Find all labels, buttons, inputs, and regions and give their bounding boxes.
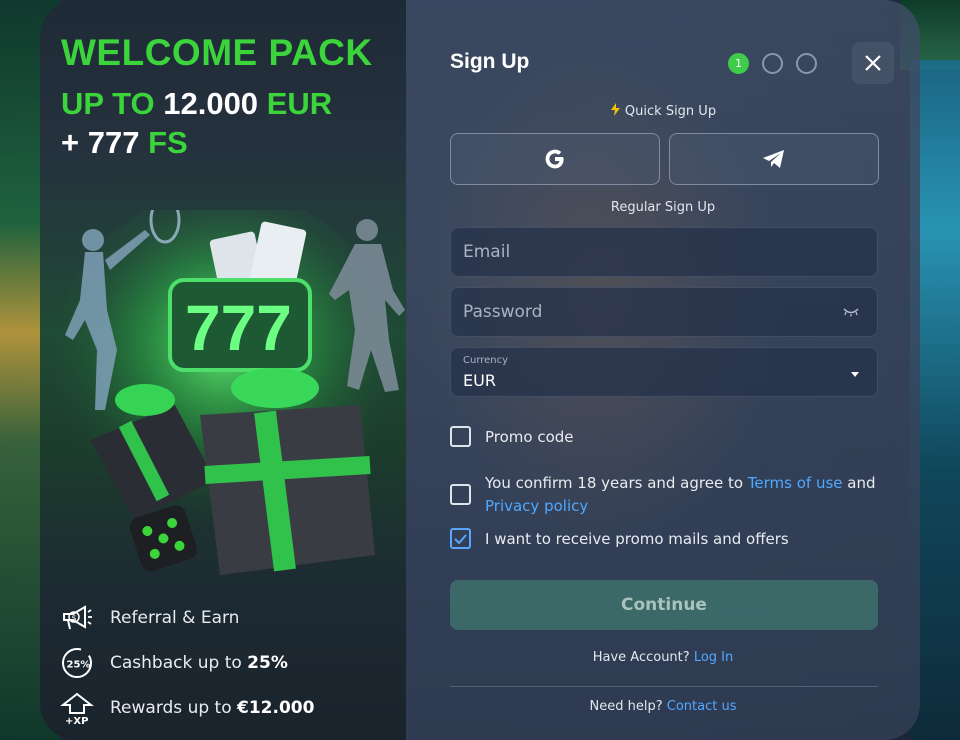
xp-rank-icon: +XP: [60, 691, 94, 725]
currency-label: Currency: [463, 355, 509, 366]
step-1: 1: [728, 53, 749, 74]
promo-plus: +: [61, 125, 80, 160]
google-signup-button[interactable]: [450, 133, 660, 185]
svg-text:+XP: +XP: [65, 716, 88, 725]
cashback-25-icon: 25%: [60, 646, 94, 680]
continue-button[interactable]: Continue: [450, 580, 878, 630]
password-field[interactable]: [451, 288, 877, 336]
promo-up-to: UP TO: [61, 86, 155, 121]
login-link[interactable]: Log In: [694, 650, 733, 665]
promo-currency: EUR: [266, 86, 333, 121]
promo-title: WELCOME PACK: [61, 32, 373, 73]
page-title: Sign Up: [450, 50, 530, 73]
close-button[interactable]: [852, 42, 894, 84]
currency-select[interactable]: Currency EUR: [450, 347, 878, 397]
need-help-text: Need help? Contact us: [589, 699, 737, 714]
megaphone-icon: $: [60, 601, 94, 635]
lightning-icon: [610, 103, 620, 116]
terms-suffix: and: [842, 474, 876, 492]
step-2: [762, 53, 783, 74]
svg-text:25%: 25%: [67, 659, 91, 670]
google-icon: [545, 149, 564, 169]
perk-referral: $ Referral & Earn: [60, 595, 314, 640]
signup-modal: WELCOME PACK UP TO 12.000 EUR + 777 FS 7…: [40, 0, 920, 740]
terms-row: You confirm 18 years and agree to Terms …: [450, 472, 876, 518]
have-account-text: Have Account? Log In: [592, 650, 734, 665]
promo-mails-label: I want to receive promo mails and offers: [485, 530, 789, 548]
perk-rewards-text: Rewards up to €12.000: [110, 697, 315, 718]
contact-us-link[interactable]: Contact us: [667, 699, 737, 714]
perk-cashback: 25% Cashback up to 25%: [60, 640, 314, 685]
promo-free-spins: + 777 FS: [61, 125, 188, 161]
email-field[interactable]: [451, 228, 877, 276]
chevron-down-icon: [851, 372, 859, 377]
svg-text:$: $: [72, 613, 77, 622]
eye-closed-icon[interactable]: [843, 307, 859, 317]
perks-list: $ Referral & Earn 25% Cashback up to 25%…: [60, 595, 314, 730]
promo-amount: 12.000: [163, 86, 259, 121]
step-indicator: 1: [728, 53, 817, 74]
promo-illustration: 777: [55, 210, 405, 575]
svg-text:777: 777: [185, 292, 292, 364]
telegram-icon: [763, 150, 784, 168]
perk-rewards: +XP Rewards up to €12.000: [60, 685, 314, 730]
telegram-signup-button[interactable]: [669, 133, 879, 185]
signup-form-panel: Sign Up 1 Quick Sign Up Regular Sign Up: [406, 0, 920, 740]
password-field-wrapper: [450, 287, 878, 337]
promo-code-checkbox[interactable]: [450, 426, 471, 447]
terms-of-use-link[interactable]: Terms of use: [748, 474, 843, 492]
promo-bonus-amount: UP TO 12.000 EUR: [61, 86, 332, 122]
close-icon: [865, 55, 881, 71]
terms-text: You confirm 18 years and agree to Terms …: [485, 472, 876, 518]
promo-mails-checkbox[interactable]: [450, 528, 471, 549]
promo-fs-label: FS: [148, 125, 188, 160]
promo-panel: WELCOME PACK UP TO 12.000 EUR + 777 FS 7…: [40, 0, 406, 740]
privacy-policy-link[interactable]: Privacy policy: [485, 497, 588, 515]
currency-value: EUR: [463, 371, 496, 390]
terms-checkbox[interactable]: [450, 484, 471, 505]
terms-prefix: You confirm 18 years and agree to: [485, 474, 748, 492]
promo-code-label: Promo code: [485, 428, 574, 446]
quick-signup-label: Quick Sign Up: [406, 103, 920, 119]
email-field-wrapper: [450, 227, 878, 277]
step-3: [796, 53, 817, 74]
perk-referral-text: Referral & Earn: [110, 607, 240, 628]
promo-code-row: Promo code: [450, 426, 574, 449]
regular-signup-label: Regular Sign Up: [610, 200, 716, 215]
divider: [450, 686, 878, 687]
checkmark-icon: [454, 533, 467, 544]
social-signup-row: [450, 133, 879, 185]
promo-fs-amount: 777: [87, 125, 140, 160]
promo-mails-row: I want to receive promo mails and offers: [450, 528, 789, 551]
perk-cashback-text: Cashback up to 25%: [110, 652, 288, 673]
